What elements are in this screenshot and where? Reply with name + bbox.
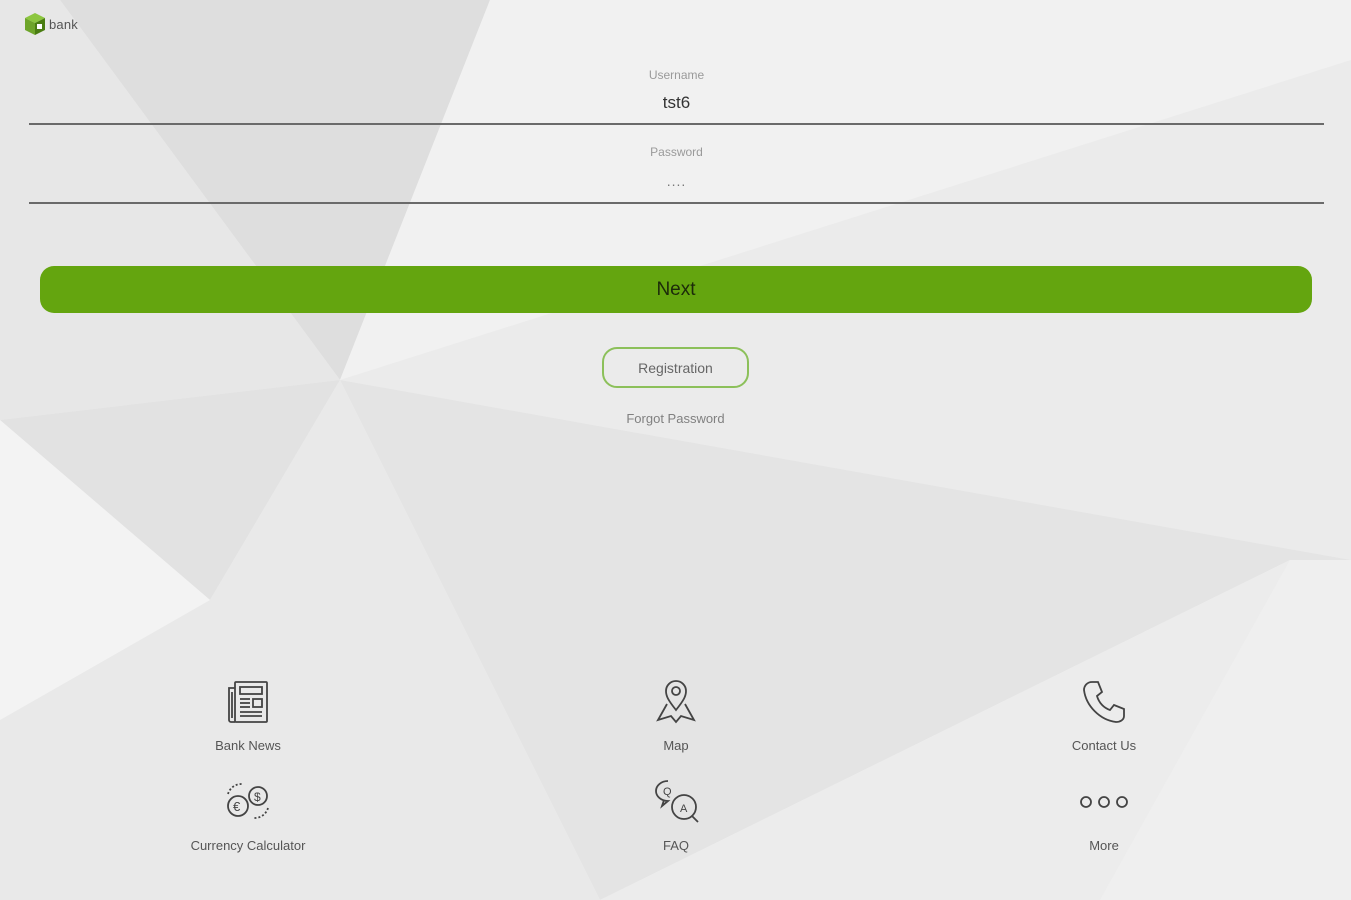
logo-text: bank <box>49 16 78 32</box>
tile-faq[interactable]: Q A FAQ <box>576 776 776 866</box>
password-input[interactable] <box>29 159 1324 204</box>
bank-logo: bank <box>24 12 78 36</box>
tile-label: Currency Calculator <box>190 838 306 853</box>
tile-currency-calculator[interactable]: € $ Currency Calculator <box>148 776 348 866</box>
tile-label: Map <box>663 738 689 753</box>
faq-chat-icon: Q A <box>655 780 699 823</box>
cube-logo-icon <box>25 13 45 35</box>
more-dots-icon <box>1080 796 1128 808</box>
next-button[interactable]: Next <box>40 266 1312 313</box>
tile-bank-news[interactable]: Bank News <box>148 676 348 766</box>
tile-label: Bank News <box>215 738 281 753</box>
tile-label: Contact Us <box>1071 738 1137 753</box>
password-label: Password <box>650 145 703 159</box>
tile-more[interactable]: More <box>1004 776 1204 866</box>
tile-contact-us[interactable]: Contact Us <box>1004 676 1204 766</box>
svg-text:$: $ <box>254 790 261 804</box>
registration-button[interactable]: Registration <box>602 347 749 388</box>
tile-label: FAQ <box>662 838 689 853</box>
password-field-group: Password <box>29 145 1324 204</box>
phone-icon <box>1083 681 1125 723</box>
svg-text:Q: Q <box>663 786 672 798</box>
tile-map[interactable]: Map <box>576 676 776 766</box>
newspaper-icon <box>228 681 268 723</box>
username-input[interactable] <box>29 82 1324 125</box>
username-field-group: Username <box>29 68 1324 125</box>
svg-text:€: € <box>233 799 241 814</box>
map-pin-icon <box>656 680 696 724</box>
svg-text:A: A <box>680 803 688 815</box>
forgot-password-link[interactable]: Forgot Password <box>575 411 776 426</box>
username-label: Username <box>648 68 705 82</box>
tile-label: More <box>1089 838 1119 853</box>
currency-exchange-icon: € $ <box>227 783 269 819</box>
